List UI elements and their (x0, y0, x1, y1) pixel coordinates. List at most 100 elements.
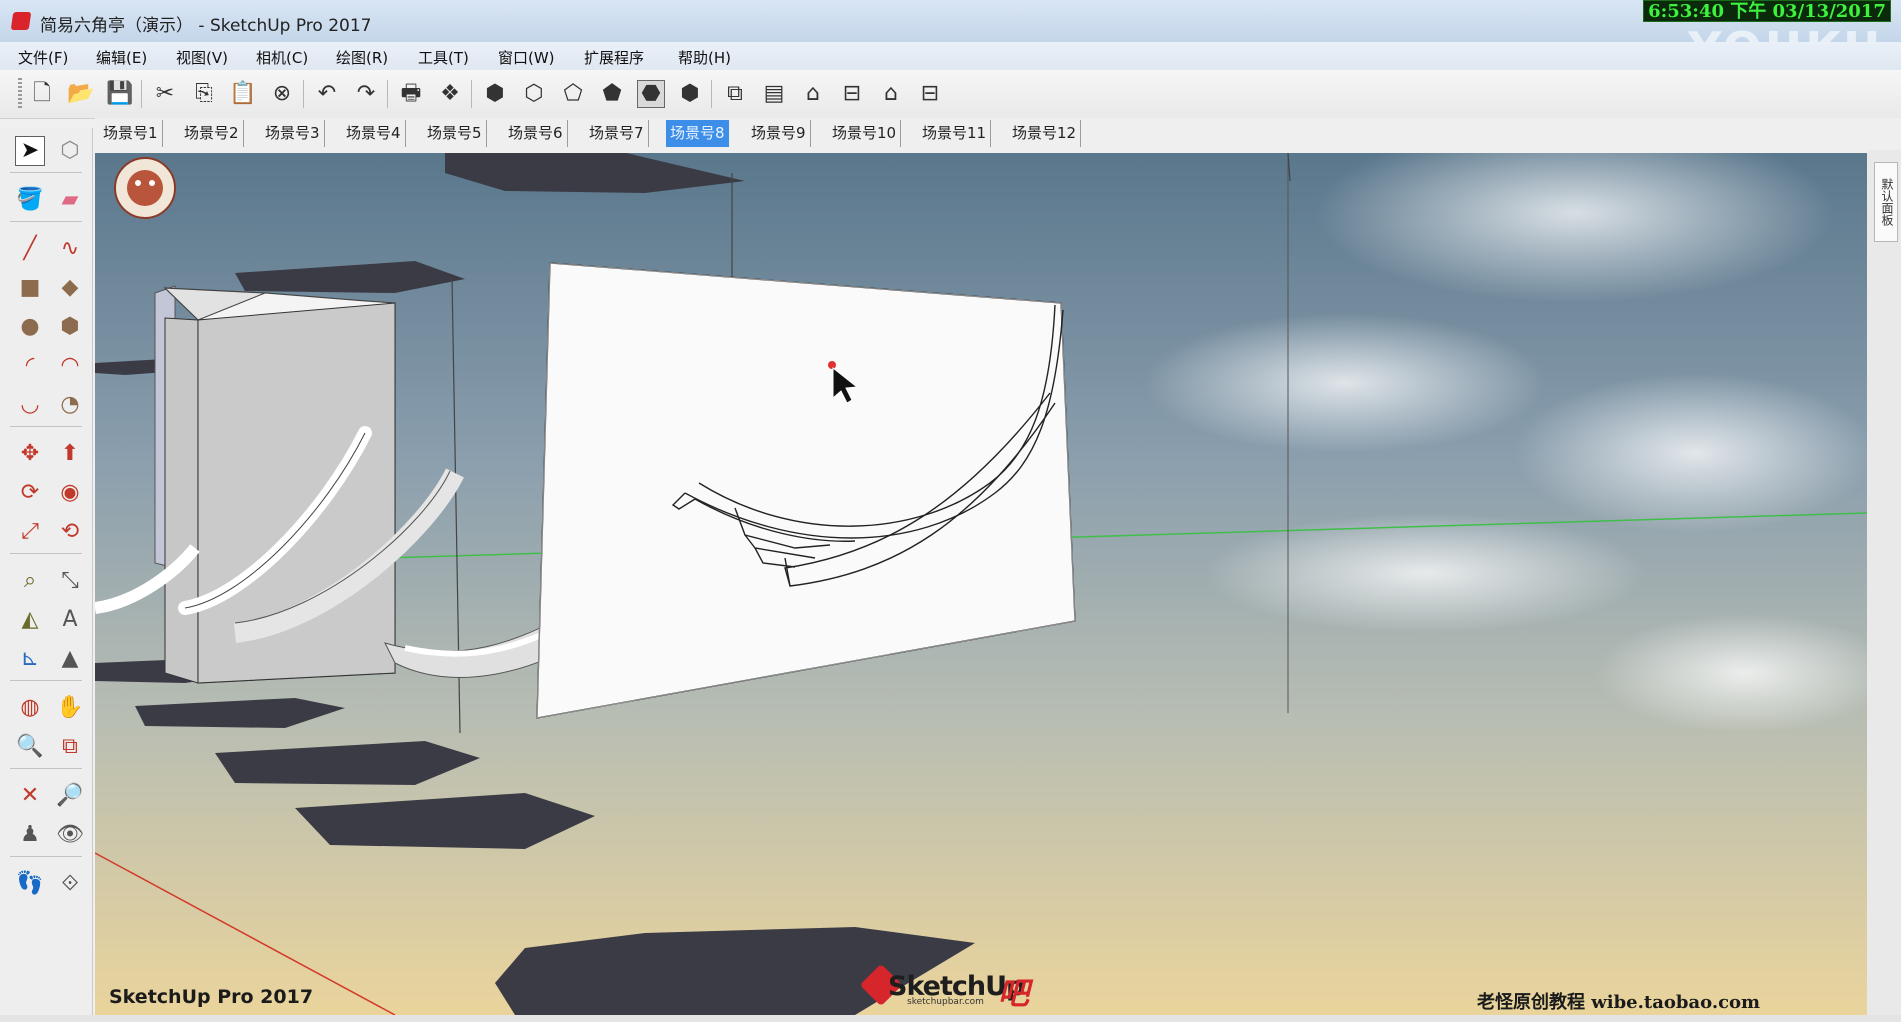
new-icon[interactable]: 🗋 (28, 80, 56, 108)
dimension-tool-icon[interactable]: ⤡ (55, 566, 85, 596)
select-tool-icon[interactable]: ➤ (15, 136, 45, 166)
scene-tab-11[interactable]: 场景号11 (918, 120, 992, 147)
top-view-icon[interactable]: ▤ (760, 80, 788, 108)
previous-view-icon[interactable]: 🔎 (55, 781, 85, 811)
freehand-tool-icon[interactable]: ∿ (55, 234, 85, 264)
scene-tab-6[interactable]: 场景号6 (504, 120, 568, 147)
tray-panel: 默认面板 (1867, 150, 1901, 1022)
eraser-icon[interactable]: ▰ (55, 185, 85, 215)
pillar-side (164, 317, 199, 684)
rotate-tool-icon[interactable]: ⟳ (15, 478, 45, 508)
toolbar-separator (387, 80, 388, 108)
zoom-tool-icon[interactable]: 🔍 (15, 732, 45, 762)
menu-tools[interactable]: 工具(T) (418, 47, 469, 68)
rotated-rectangle-icon[interactable]: ◆ (55, 273, 85, 303)
make-component-icon[interactable]: ⬡ (55, 136, 85, 166)
cursor-marker (828, 361, 836, 369)
pie-tool-icon[interactable]: ◔ (55, 390, 85, 420)
print-icon[interactable]: 🖶 (397, 80, 425, 108)
protractor-icon[interactable]: ◭ (15, 605, 45, 635)
right-view-icon[interactable]: ⊟ (838, 80, 866, 108)
scene-tab-4[interactable]: 场景号4 (342, 120, 406, 147)
front-view-icon[interactable]: ⌂ (799, 80, 827, 108)
xray-style-icon[interactable]: ⬢ (481, 80, 509, 108)
scene-tab-8[interactable]: 场景号8 (666, 120, 729, 147)
3d-text-icon[interactable]: ▲ (55, 644, 85, 674)
scene-tab-12[interactable]: 场景号12 (1008, 120, 1082, 147)
back-view-icon[interactable]: ⌂ (877, 80, 905, 108)
scene-tab-9[interactable]: 场景号9 (747, 120, 811, 147)
tape-measure-icon[interactable]: ⌕ (15, 566, 45, 596)
hidden-line-style-icon[interactable]: ⬠ (559, 80, 587, 108)
open-icon[interactable]: 📂 (67, 80, 95, 108)
scene-tabs: 场景号1 场景号2 场景号3 场景号4 场景号5 场景号6 场景号7 场景号8 场景号9 场景号1… (95, 118, 1901, 150)
look-around-icon[interactable]: 👁 (55, 820, 85, 850)
menu-edit[interactable]: 编辑(E) (96, 47, 147, 68)
circle-tool-icon[interactable]: ● (15, 312, 45, 342)
scene-tab-2[interactable]: 场景号2 (180, 120, 244, 147)
scene-tab-10[interactable]: 场景号10 (828, 120, 902, 147)
paint-bucket-icon[interactable]: 🪣 (15, 185, 45, 215)
menu-file[interactable]: 文件(F) (18, 47, 68, 68)
avatar-logo (114, 157, 176, 219)
menu-help[interactable]: 帮助(H) (678, 47, 731, 68)
undo-icon[interactable]: ↶ (313, 80, 341, 108)
menu-draw[interactable]: 绘图(R) (336, 47, 388, 68)
menu-camera[interactable]: 相机(C) (256, 47, 308, 68)
position-camera-icon[interactable]: ♟ (15, 820, 45, 850)
iso-view-icon[interactable]: ⧉ (721, 80, 749, 108)
toolbar-separator (303, 80, 304, 108)
scale-tool-icon[interactable]: ⤢ (15, 517, 45, 547)
push-pull-icon[interactable]: ⬆ (55, 439, 85, 469)
toolbar-separator (711, 80, 712, 108)
monochrome-style-icon[interactable]: ⬢ (676, 80, 704, 108)
zoom-window-icon[interactable]: ⧉ (55, 732, 85, 762)
rectangle-tool-icon[interactable]: ■ (15, 273, 45, 303)
palette-separator (10, 221, 82, 222)
left-view-icon[interactable]: ⊟ (916, 80, 944, 108)
menu-view[interactable]: 视图(V) (176, 47, 228, 68)
model-viewport[interactable]: SketchUp Pro 2017 老怪原创教程 wibe.taobao.com… (95, 153, 1867, 1015)
move-tool-icon[interactable]: ✥ (15, 439, 45, 469)
walk-tool-icon[interactable]: 👣 (15, 869, 45, 899)
paste-icon[interactable]: 📋 (229, 80, 257, 108)
follow-me-icon[interactable]: ◉ (55, 478, 85, 508)
tutorial-credit: 老怪原创教程 wibe.taobao.com (1477, 992, 1761, 1013)
wireframe-style-icon[interactable]: ⬡ (520, 80, 548, 108)
palette-separator (10, 680, 82, 681)
polygon-tool-icon[interactable]: ⬢ (55, 312, 85, 342)
save-icon[interactable]: 💾 (106, 80, 134, 108)
menu-extensions[interactable]: 扩展程序 (584, 47, 644, 68)
sketchup-app-icon[interactable] (10, 12, 32, 30)
cut-icon[interactable]: ✂ (151, 80, 179, 108)
zoom-extents-icon[interactable]: ✕ (15, 781, 45, 811)
axes-tool-icon[interactable]: ⊾ (15, 644, 45, 674)
main-toolbar: 🗋 📂 💾 ✂ ⎘ 📋 ⊗ ↶ ↷ 🖶 ❖ ⬢ ⬡ ⬠ ⬟ ⬣ ⬢ ⧉ ▤ ⌂ ⊟ ⌂ ⊟ (0, 70, 1901, 119)
copy-icon[interactable]: ⎘ (190, 80, 218, 108)
offset-tool-icon[interactable]: ⟲ (55, 517, 85, 547)
scene-tab-1[interactable]: 场景号1 (99, 120, 163, 147)
pan-tool-icon[interactable]: ✋ (55, 693, 85, 723)
erase-selection-icon[interactable]: ⊗ (268, 80, 296, 108)
scene-tab-7[interactable]: 场景号7 (585, 120, 649, 147)
model-info-icon[interactable]: ❖ (436, 80, 464, 108)
arc-tool-icon[interactable]: ◜ (15, 351, 45, 381)
title-bar: 简易六角亭（演示） - SketchUp Pro 2017 6:53:40 下午… (0, 0, 1901, 76)
scene-tab-3[interactable]: 场景号3 (261, 120, 325, 147)
menu-window[interactable]: 窗口(W) (498, 47, 555, 68)
default-tray-tab[interactable]: 默认面板 (1874, 162, 1898, 242)
line-tool-icon[interactable]: ╱ (15, 234, 45, 264)
shaded-style-icon[interactable]: ⬟ (598, 80, 626, 108)
product-label: SketchUp Pro 2017 (109, 986, 314, 1008)
orbit-tool-icon[interactable]: ◍ (15, 693, 45, 723)
scene-tab-5[interactable]: 场景号5 (423, 120, 487, 147)
palette-separator (10, 856, 82, 857)
section-plane-icon[interactable]: ⟐ (55, 869, 85, 899)
redo-icon[interactable]: ↷ (352, 80, 380, 108)
shaded-texture-style-icon[interactable]: ⬣ (637, 80, 665, 108)
toolbar-separator (471, 80, 472, 108)
two-point-arc-icon[interactable]: ◠ (55, 351, 85, 381)
toolbar-grip[interactable] (18, 78, 22, 110)
text-tool-icon[interactable]: A (55, 605, 85, 635)
three-point-arc-icon[interactable]: ◡ (15, 390, 45, 420)
